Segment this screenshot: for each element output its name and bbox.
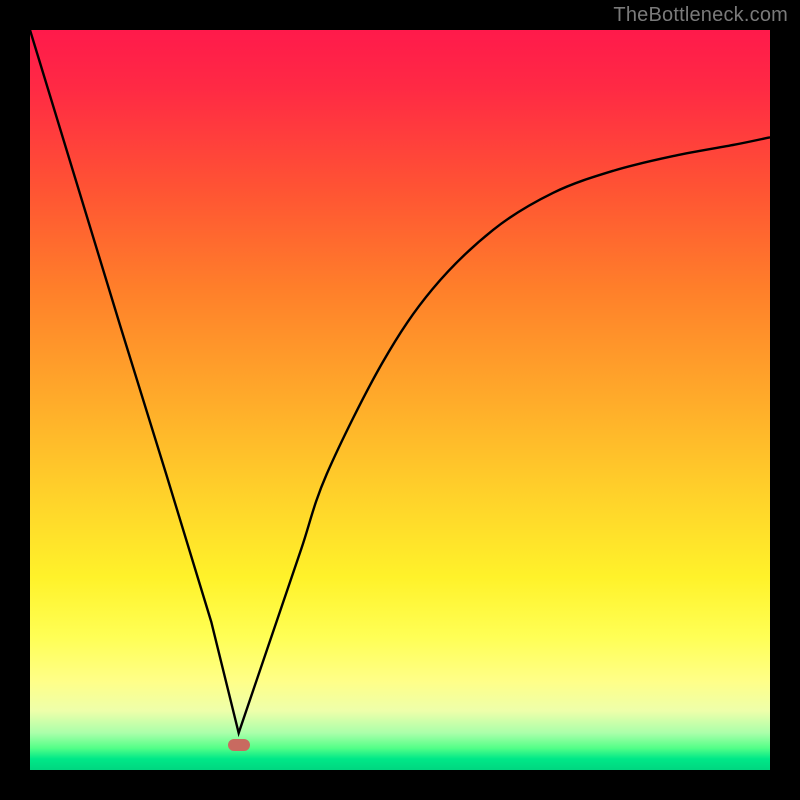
vertex-marker [228,739,250,751]
watermark-text: TheBottleneck.com [613,4,788,27]
bottleneck-curve [30,30,770,770]
plot-area [30,30,770,770]
curve-path [30,30,770,733]
chart-frame: TheBottleneck.com [0,0,800,800]
